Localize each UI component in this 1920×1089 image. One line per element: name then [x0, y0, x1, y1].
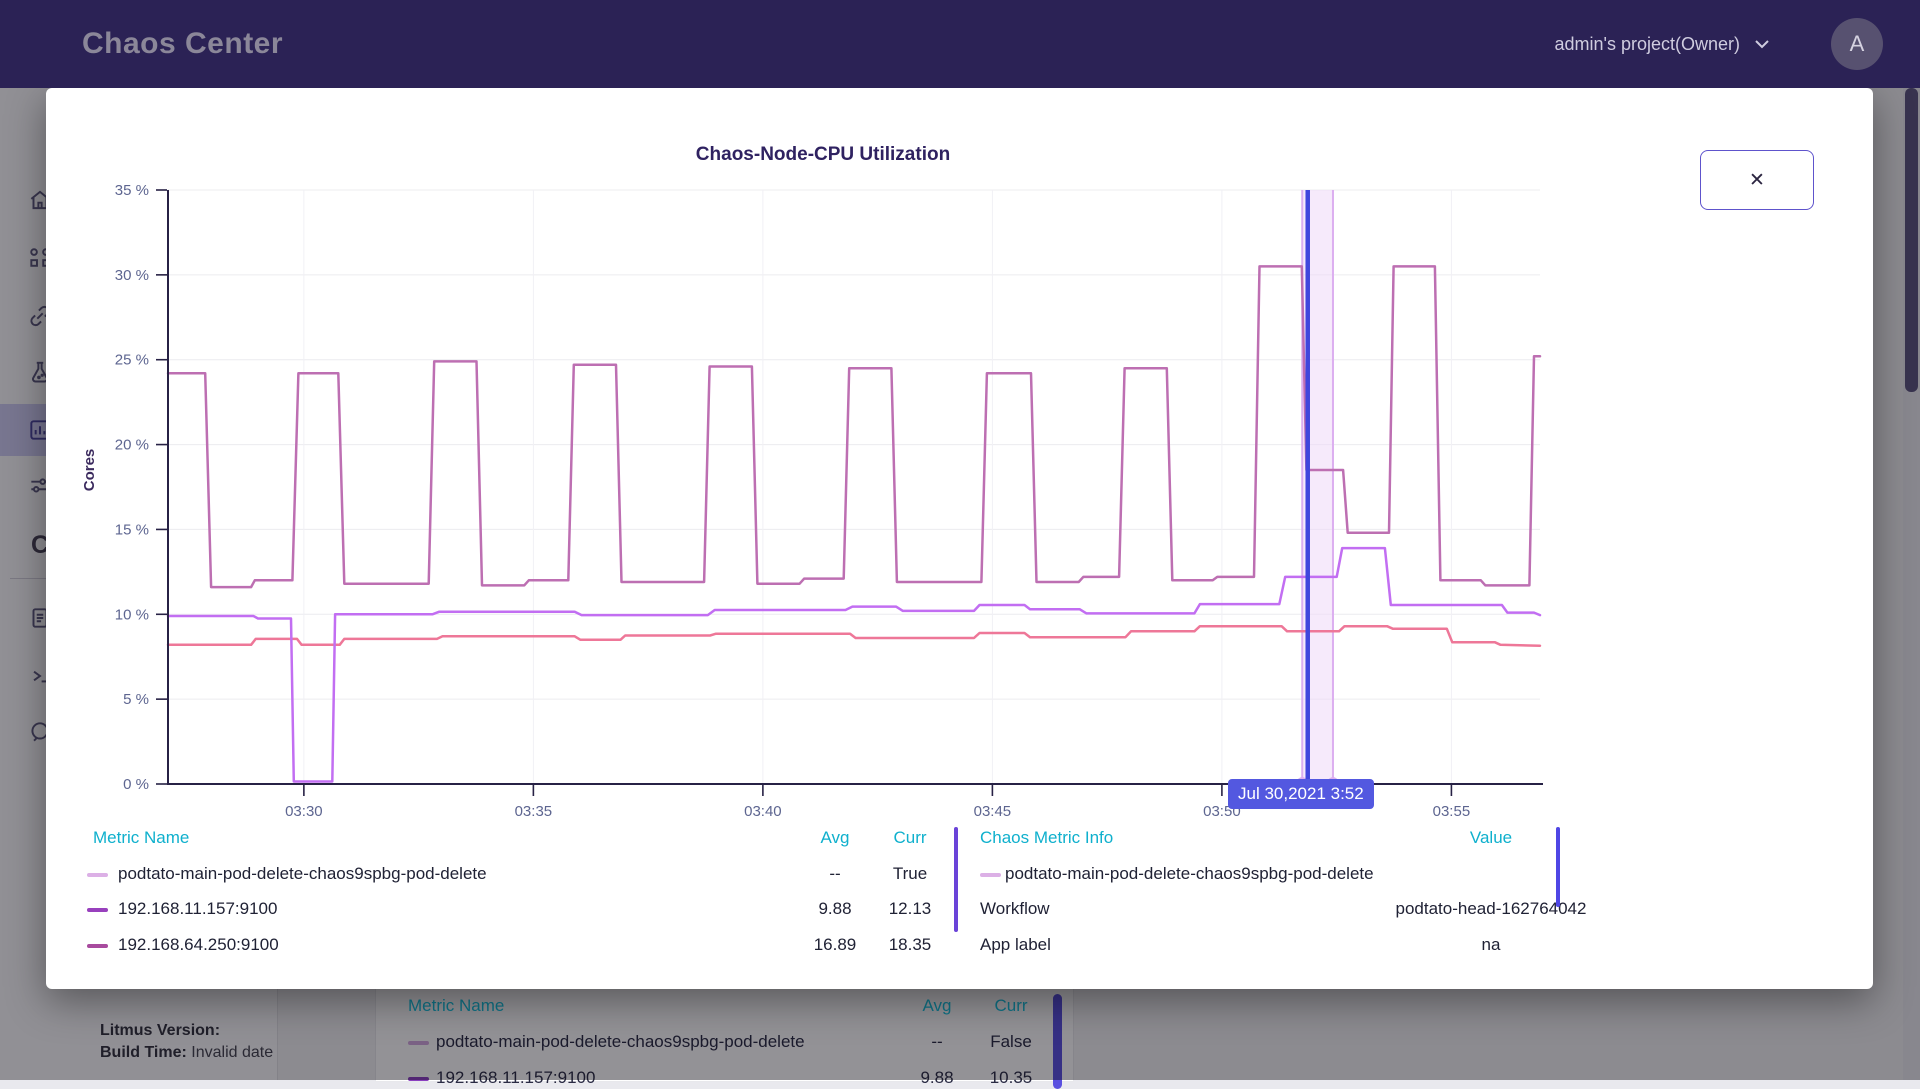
- x-tick-label: 03:30: [285, 803, 323, 820]
- chaos-info-row-name: podtato-main-pod-delete-chaos9spbg-pod-d…: [1005, 864, 1374, 884]
- legend-row-curr: 12.13: [875, 899, 945, 919]
- legend-row-avg: 9.88: [804, 899, 866, 919]
- project-selector-label: admin's project(Owner): [1555, 34, 1741, 55]
- legend-divider: [954, 827, 958, 932]
- chart-tooltip: Jul 30,2021 3:52: [1228, 779, 1374, 809]
- legend-row-avg: 16.89: [804, 935, 866, 955]
- legend-swatch: [87, 873, 108, 877]
- legend-header-curr: Curr: [875, 828, 945, 848]
- x-tick-label: 03:35: [515, 803, 553, 820]
- legend-row-avg: --: [804, 864, 866, 884]
- x-tick-label: 03:45: [974, 803, 1012, 820]
- y-tick-label: 20 %: [115, 437, 149, 454]
- legend-header-avg: Avg: [804, 828, 866, 848]
- top-bar: Chaos Center admin's project(Owner) A: [0, 0, 1920, 88]
- chaos-info-divider: [1556, 827, 1560, 907]
- chaos-info-row-value: podtato-head-162764042: [1341, 899, 1641, 919]
- chaos-info-header: Chaos Metric Info: [980, 828, 1113, 848]
- y-tick-label: 25 %: [115, 352, 149, 369]
- y-tick-label: 30 %: [115, 267, 149, 284]
- legend-row-name[interactable]: 192.168.64.250:9100: [118, 935, 279, 955]
- legend-row-curr: True: [875, 864, 945, 884]
- y-tick-label: 10 %: [115, 606, 149, 623]
- legend-row-name[interactable]: 192.168.11.157:9100: [118, 899, 277, 919]
- legend-swatch: [87, 944, 108, 948]
- y-tick-label: 5 %: [123, 691, 149, 708]
- series-line: [168, 266, 1540, 587]
- chaos-info-row-name: App label: [980, 935, 1051, 955]
- x-tick-label: 03:55: [1433, 803, 1471, 820]
- legend-row-name[interactable]: podtato-main-pod-delete-chaos9spbg-pod-d…: [118, 864, 487, 884]
- series-line: [168, 626, 1540, 646]
- project-selector[interactable]: admin's project(Owner): [1555, 0, 1771, 88]
- legend-swatch: [87, 908, 108, 912]
- chaos-info-swatch: [980, 873, 1001, 877]
- app-title: Chaos Center: [82, 0, 283, 88]
- cpu-utilization-chart[interactable]: 0 % 5 % 10 % 15 % 20 % 25 % 30 % 35 % 03:30 03:35…: [46, 88, 1873, 989]
- chaos-info-row-name: Workflow: [980, 899, 1050, 919]
- x-tick-label: 03:40: [744, 803, 782, 820]
- chevron-down-icon: [1754, 39, 1770, 49]
- y-axis-title: Cores: [81, 449, 98, 492]
- y-tick-label: 0 %: [123, 776, 149, 793]
- chaos-info-value-header: Value: [1341, 828, 1641, 848]
- y-tick-label: 15 %: [115, 521, 149, 538]
- avatar[interactable]: A: [1831, 18, 1883, 70]
- legend-header-metric-name: Metric Name: [93, 828, 189, 848]
- avatar-letter: A: [1850, 31, 1865, 57]
- y-tick-label: 35 %: [115, 182, 149, 199]
- chaos-info-row-value: na: [1341, 935, 1641, 955]
- legend-row-curr: 18.35: [875, 935, 945, 955]
- metric-detail-modal: Chaos-Node-CPU Utilization ✕ 0 %5 %10 %1…: [46, 88, 1873, 989]
